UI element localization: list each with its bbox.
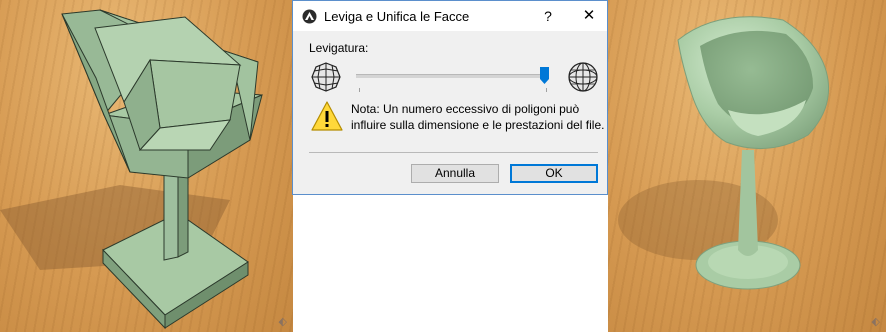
navigation-cube-icon[interactable]: ⬖: [279, 315, 287, 328]
background-area: [293, 195, 608, 332]
smoothing-slider-track[interactable]: [356, 74, 548, 78]
smooth-merge-faces-dialog: Leviga e Unifica le Facce ? ✕ Levigatura…: [292, 0, 608, 195]
faceted-chair-model: [0, 9, 263, 330]
dialog-titlebar[interactable]: Leviga e Unifica le Facce ? ✕: [293, 1, 607, 31]
warning-note-line-2: influire sulla dimensione e le prestazio…: [351, 118, 605, 132]
navigation-cube-icon[interactable]: ⬖: [872, 315, 880, 328]
separator: [309, 152, 598, 153]
smoothed-chair-model: [618, 16, 830, 290]
ok-button[interactable]: OK: [510, 164, 598, 183]
smoothing-label: Levigatura:: [309, 41, 369, 55]
viewport-original-model[interactable]: ⬖: [0, 0, 293, 332]
warning-icon: [311, 101, 343, 131]
close-button[interactable]: ✕: [579, 6, 599, 26]
smoothing-slider-thumb[interactable]: [539, 67, 549, 84]
warning-note-line-1: Nota: Un numero eccessivo di poligoni pu…: [351, 102, 580, 116]
low-poly-globe-icon: [311, 62, 341, 92]
archicad-logo-icon: [302, 9, 317, 24]
dialog-title: Leviga e Unifica le Facce: [324, 9, 470, 24]
cancel-button[interactable]: Annulla: [411, 164, 499, 183]
slider-tick-max: [546, 88, 547, 92]
smooth-globe-icon: [568, 62, 598, 92]
viewport-smoothed-model[interactable]: ⬖: [608, 0, 886, 332]
help-button[interactable]: ?: [541, 6, 555, 26]
slider-tick-min: [359, 88, 360, 92]
